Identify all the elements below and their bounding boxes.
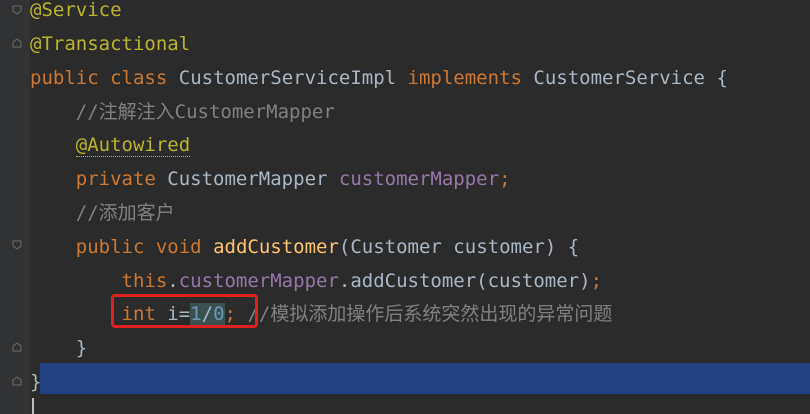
code-line-5[interactable]: @Autowired — [30, 129, 191, 162]
method-params: (Customer customer) { — [338, 236, 580, 258]
code-line-6[interactable]: private CustomerMapper customerMapper; — [30, 163, 511, 196]
class-name: CustomerServiceImpl — [178, 67, 397, 89]
comment-inject: //注解注入CustomerMapper — [75, 101, 335, 123]
code-line-1[interactable]: @Service — [30, 0, 122, 27]
highlight-box — [111, 294, 258, 328]
code-line-8[interactable]: public void addCustomer(Customer custome… — [30, 231, 579, 264]
code-line-4[interactable]: //注解注入CustomerMapper — [30, 96, 335, 129]
code-line-11[interactable]: } — [30, 332, 87, 365]
keyword-public: public — [30, 67, 99, 89]
fold-close-icon[interactable] — [12, 342, 22, 352]
fold-open-icon[interactable] — [12, 240, 22, 250]
dot: . — [167, 270, 179, 292]
semicolon: ; — [499, 168, 511, 190]
keyword-this: this — [121, 270, 168, 292]
fold-close-icon[interactable] — [12, 38, 22, 48]
keyword-void: void — [155, 236, 202, 258]
keyword-class: class — [110, 67, 168, 89]
field-reference: customerMapper — [178, 270, 339, 292]
comment-add-customer: //添加客户 — [75, 202, 175, 224]
code-line-12[interactable]: } — [30, 366, 41, 399]
code-line-7[interactable]: //添加客户 — [30, 197, 175, 230]
annotation-autowired: @Autowired — [75, 134, 191, 157]
comment-simulate-exception: //模拟添加操作后系统突然出现的异常问题 — [247, 303, 613, 325]
interface-name: CustomerService — [533, 67, 705, 89]
close-brace: } — [75, 337, 88, 359]
keyword-implements: implements — [407, 67, 522, 89]
field-name: customerMapper — [338, 168, 500, 190]
current-line-highlight — [40, 363, 810, 394]
field-type: CustomerMapper — [167, 168, 328, 190]
keyword-public: public — [75, 236, 145, 258]
text-caret — [32, 398, 34, 414]
annotation-transactional: @Transactional — [30, 33, 191, 55]
semicolon: ; — [590, 270, 603, 292]
keyword-private: private — [75, 168, 156, 190]
code-line-3[interactable]: public class CustomerServiceImpl impleme… — [30, 62, 728, 95]
code-line-2[interactable]: @Transactional — [30, 28, 190, 61]
fold-close-icon[interactable] — [12, 376, 22, 386]
annotation-service: @Service — [30, 0, 122, 21]
method-name: addCustomer — [213, 236, 339, 258]
open-brace: { — [716, 67, 728, 89]
method-call: .addCustomer(customer) — [338, 270, 591, 292]
fold-open-icon[interactable] — [12, 5, 22, 15]
close-brace: } — [30, 371, 42, 393]
